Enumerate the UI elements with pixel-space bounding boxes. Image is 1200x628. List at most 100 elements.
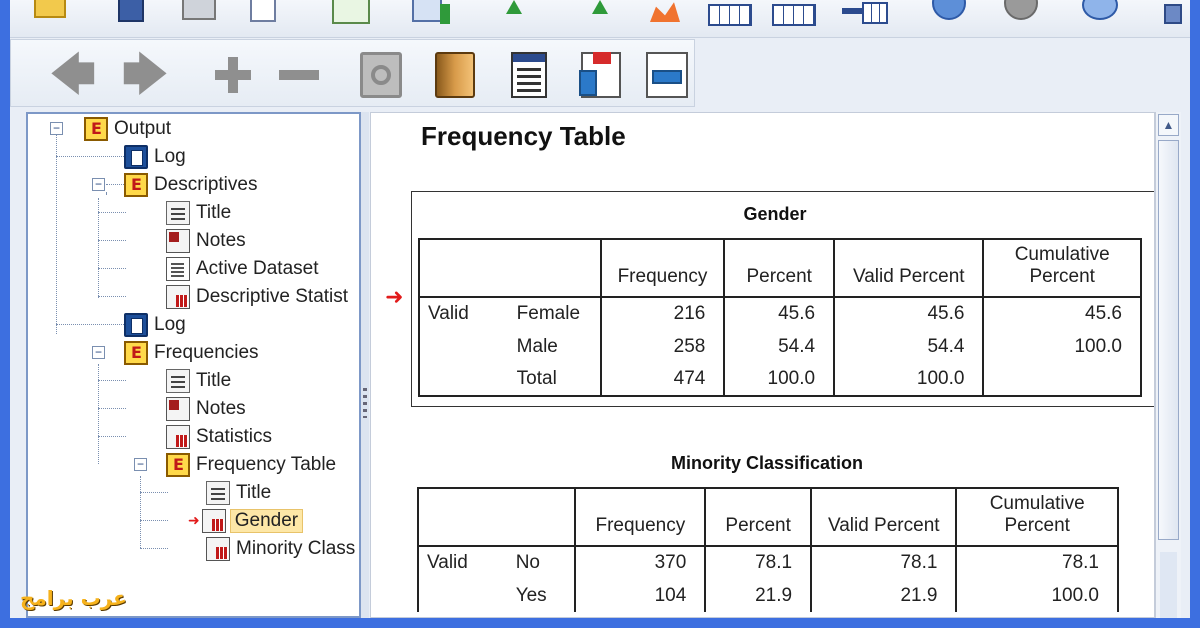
- column-header: Percent: [724, 238, 836, 298]
- table-row: Valid No 370 78.1 78.1 78.1: [417, 546, 1119, 579]
- vertical-scrollbar[interactable]: ▲: [1155, 112, 1181, 618]
- chart-builder-icon[interactable]: [646, 0, 680, 26]
- outline-item-statistics[interactable]: Statistics: [166, 424, 274, 450]
- outline-item-descriptive-statistics[interactable]: Descriptive Statist: [166, 284, 350, 310]
- watermark: عرب برامج: [20, 586, 127, 610]
- outline-item-label: Active Dataset: [196, 258, 319, 279]
- procedure-icon: [124, 173, 148, 197]
- gender-pivot-table[interactable]: Gender Frequency Percent Valid Percent C…: [411, 191, 1154, 407]
- column-header: Cumulative Percent: [956, 487, 1119, 547]
- collapse-toggle-output[interactable]: −: [50, 122, 63, 135]
- pivot-table-icon[interactable]: [772, 0, 816, 26]
- table-icon: [166, 425, 190, 449]
- log-icon: [124, 313, 148, 337]
- table-icon: [166, 285, 190, 309]
- table-title: Minority Classification: [670, 453, 864, 473]
- row-label: Yes: [507, 579, 577, 612]
- import-icon[interactable]: [408, 0, 450, 26]
- outline-item-label: Descriptive Statist: [196, 286, 349, 307]
- outline-item-notes[interactable]: Notes: [166, 396, 248, 422]
- current-item-arrow-icon: ➜: [385, 285, 404, 310]
- open-icon[interactable]: [32, 0, 66, 26]
- split-icon[interactable]: [842, 0, 888, 26]
- preview-icon[interactable]: [244, 0, 278, 26]
- page-title: Frequency Table: [421, 121, 626, 151]
- row-label: Total: [508, 363, 602, 397]
- outline-item-descriptives[interactable]: Descriptives: [124, 172, 259, 198]
- hide-icon[interactable]: [431, 50, 479, 100]
- back-icon[interactable]: 🡄: [49, 50, 97, 100]
- export-icon[interactable]: [330, 0, 370, 26]
- scroll-thumb[interactable]: [1158, 140, 1179, 540]
- outline-item-log[interactable]: Log: [124, 312, 188, 338]
- outline-item-frequency-table[interactable]: Frequency Table: [166, 452, 338, 478]
- outline-item-title[interactable]: Title: [166, 200, 233, 226]
- outline-item-title[interactable]: Title: [206, 480, 273, 506]
- title-icon: [206, 481, 230, 505]
- table-row: Yes 104 21.9 21.9 100.0: [417, 579, 1119, 612]
- outline-item-active-dataset[interactable]: Active Dataset: [166, 256, 321, 282]
- table-row: Valid Female 216 45.6 45.6 45.6: [418, 297, 1142, 330]
- outline-item-title[interactable]: Title: [166, 368, 233, 394]
- outline-item-output[interactable]: Output: [84, 116, 173, 142]
- table-icon: [201, 509, 226, 533]
- table-icon: [206, 537, 230, 561]
- outline-item-gender[interactable]: ➜ Gender: [188, 508, 304, 534]
- pane-splitter[interactable]: [361, 112, 369, 618]
- output-content-pane: Frequency Table ➜ Gender Frequency Perce…: [370, 112, 1155, 618]
- scroll-track[interactable]: [1160, 552, 1177, 618]
- outline-item-label: Log: [154, 146, 186, 167]
- title-icon: [166, 369, 190, 393]
- outline-item-label: Title: [196, 370, 232, 391]
- collapse-toggle-descriptives[interactable]: −: [92, 178, 105, 191]
- outline-item-log[interactable]: Log: [124, 144, 188, 170]
- forward-icon[interactable]: 🡆: [121, 50, 169, 100]
- collapse-icon[interactable]: [275, 50, 323, 100]
- row-label: Female: [508, 297, 602, 330]
- column-header: Cumulative Percent: [983, 238, 1142, 298]
- row-group-label: Valid: [418, 297, 509, 330]
- current-item-arrow-icon: ➜: [188, 513, 200, 529]
- save-icon[interactable]: [114, 0, 148, 26]
- gender-frequency-table: Frequency Percent Valid Percent Cumulati…: [418, 238, 1142, 397]
- procedure-icon: [84, 117, 108, 141]
- procedure-icon: [166, 453, 190, 477]
- bubble-icon[interactable]: [1080, 0, 1118, 26]
- outline-item-notes[interactable]: Notes: [166, 228, 248, 254]
- info-icon[interactable]: [1160, 0, 1190, 26]
- outline-item-label: Descriptives: [154, 174, 258, 195]
- splitter-grip-icon[interactable]: [363, 388, 367, 418]
- notes-icon: [166, 229, 190, 253]
- print-icon[interactable]: [180, 0, 216, 26]
- outline-item-label: Notes: [196, 398, 246, 419]
- minority-frequency-table[interactable]: Frequency Percent Valid Percent Cumulati…: [417, 487, 1119, 612]
- column-header: Valid Percent: [834, 238, 985, 298]
- collapse-toggle-frequency-table[interactable]: −: [134, 458, 147, 471]
- table-row: Total 474 100.0 100.0: [418, 363, 1142, 397]
- goto-case-icon[interactable]: [496, 0, 530, 26]
- insert-heading-icon[interactable]: [505, 50, 553, 100]
- outline-item-label: Title: [236, 482, 272, 503]
- outline-item-label: Output: [114, 118, 172, 139]
- table-row: Male 258 54.4 54.4 100.0: [418, 330, 1142, 363]
- show-icon[interactable]: [357, 50, 405, 100]
- log-icon: [124, 145, 148, 169]
- circle-icon[interactable]: [930, 0, 966, 26]
- insert-text-icon[interactable]: [643, 50, 691, 100]
- row-label: Male: [508, 330, 602, 363]
- column-header: Percent: [705, 487, 813, 547]
- data-editor-icon[interactable]: [708, 0, 752, 26]
- insert-title-icon[interactable]: [577, 50, 625, 100]
- expand-icon[interactable]: [209, 50, 257, 100]
- spss-output-viewer: 🡄 🡆 − − − − Output Log D: [10, 0, 1190, 618]
- outline-item-label: Statistics: [196, 426, 273, 447]
- notes-icon: [166, 397, 190, 421]
- scroll-up-icon[interactable]: ▲: [1158, 114, 1179, 136]
- collapse-toggle-frequencies[interactable]: −: [92, 346, 105, 359]
- document-icon: [166, 257, 190, 281]
- outline-item-frequencies[interactable]: Frequencies: [124, 340, 261, 366]
- row-group-label: Valid: [417, 546, 508, 579]
- outline-item-minority-classification[interactable]: Minority Class: [206, 536, 357, 562]
- grey-circle-icon[interactable]: [1002, 0, 1038, 26]
- goto-variable-icon[interactable]: [582, 0, 616, 26]
